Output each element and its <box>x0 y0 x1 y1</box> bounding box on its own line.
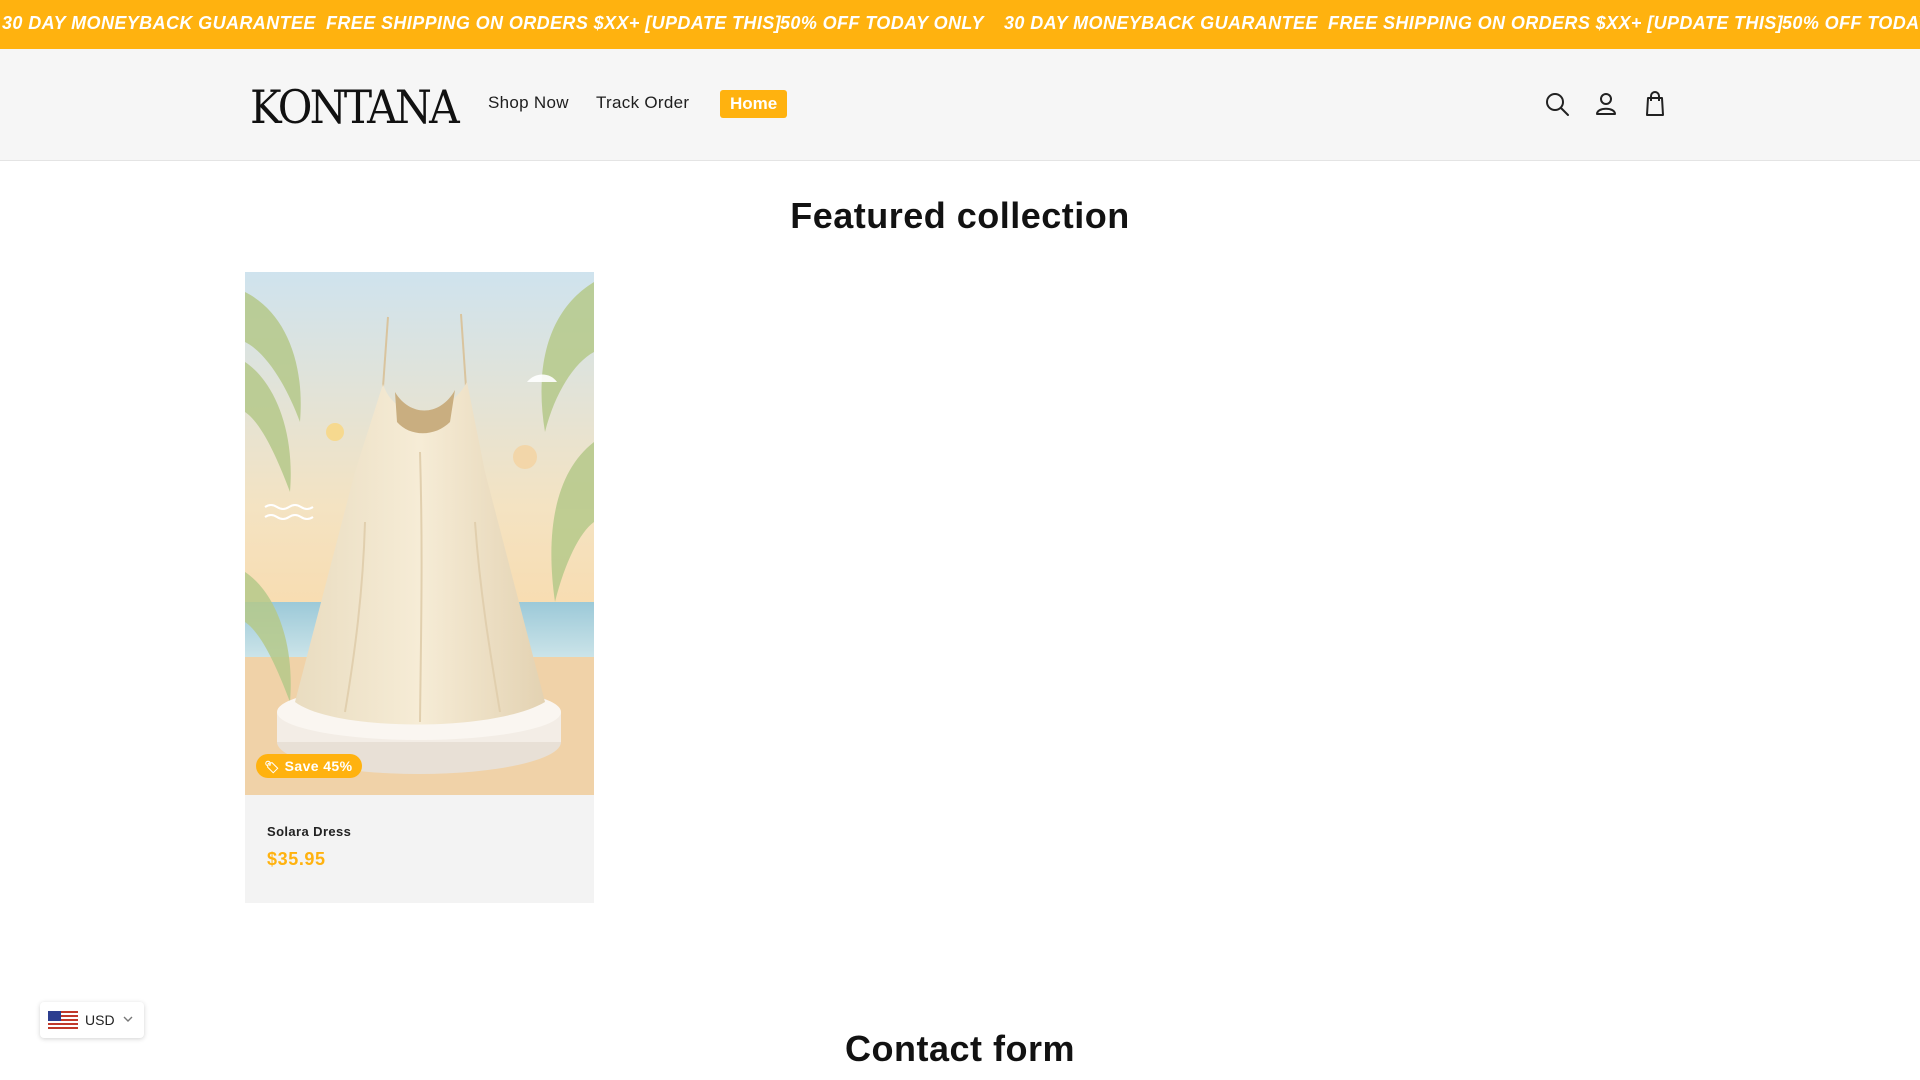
contact-form-title: Contact form <box>845 1028 1075 1069</box>
currency-selector[interactable]: USD <box>40 1002 144 1038</box>
announcement-message: 30 DAY MONEYBACK GUARANTEE <box>1004 13 1318 33</box>
site-header: KONTANA Shop Now Track Order Home <box>0 49 1920 161</box>
us-flag-icon <box>48 1011 78 1029</box>
announcement-message: 50% OFF TODAY <box>1782 13 1920 33</box>
featured-collection-title: Featured collection <box>790 195 1130 236</box>
currency-code: USD <box>85 1012 115 1028</box>
announcement-message: FREE SHIPPING ON ORDERS $XX+ [UPDATE THI… <box>1328 13 1784 33</box>
tag-icon: 🏷 <box>264 760 280 774</box>
announcement-bar: 30 DAY MONEYBACK GUARANTEE FREE SHIPPING… <box>0 0 1920 49</box>
nav-home[interactable]: Home <box>720 90 788 118</box>
announcement-message: FREE SHIPPING ON ORDERS $XX+ [UPDATE THI… <box>326 13 782 33</box>
search-icon[interactable] <box>1542 89 1572 119</box>
product-title[interactable]: Solara Dress <box>267 824 351 839</box>
product-card[interactable]: 🏷 Save 45% Solara Dress $35.95 <box>245 272 594 903</box>
account-icon[interactable] <box>1591 89 1621 119</box>
product-price: $35.95 <box>267 849 326 869</box>
sale-badge: 🏷 Save 45% <box>256 754 363 778</box>
announcement-message: 50% OFF TODAY ONLY <box>780 13 984 33</box>
logo[interactable]: KONTANA <box>250 79 460 135</box>
nav-shop-now[interactable]: Shop Now <box>488 91 569 115</box>
cart-icon[interactable] <box>1640 89 1670 119</box>
nav-track-order[interactable]: Track Order <box>596 91 689 115</box>
chevron-down-icon <box>123 1016 133 1022</box>
announcement-message: 30 DAY MONEYBACK GUARANTEE <box>2 13 316 33</box>
product-image[interactable] <box>245 272 594 795</box>
sale-badge-label: Save 45% <box>284 758 353 774</box>
